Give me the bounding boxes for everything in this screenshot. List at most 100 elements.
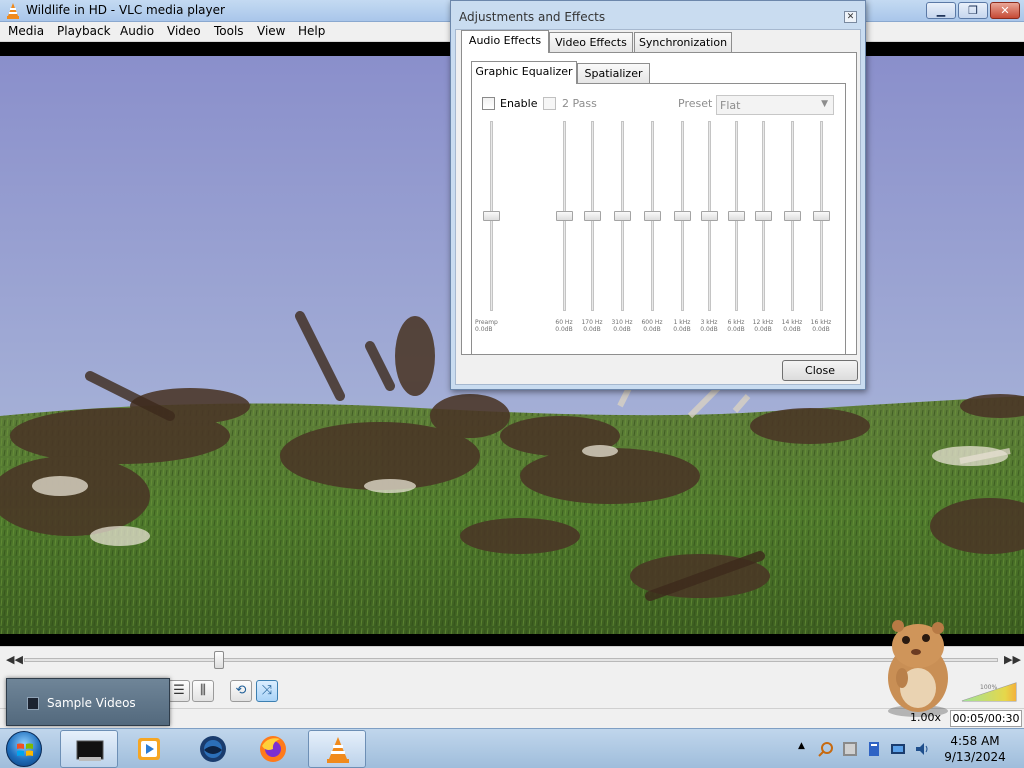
band-slider-thumb[interactable] [728,211,745,221]
minimize-button[interactable]: ▁ [926,2,956,19]
system-clock[interactable]: 4:58 AM 9/13/2024 [935,733,1015,765]
band-label: 310 Hz 0.0dB [605,319,639,333]
maximize-button[interactable]: ❐ [958,2,988,19]
volume-slider[interactable]: 100% [960,681,1018,703]
band-name: 600 Hz [641,319,663,326]
band-slider-thumb[interactable] [813,211,830,221]
band-value: 0.0dB [583,326,601,333]
close-icon: ✕ [1000,4,1010,17]
tab-audio-effects[interactable]: Audio Effects [461,30,549,53]
band-slider-thumb[interactable] [644,211,661,221]
seek-bar[interactable] [24,658,998,662]
notes-tray-icon[interactable] [866,741,882,757]
elapsed-time[interactable]: 00:05/00:30 [950,710,1022,727]
windows-logo-icon [17,743,33,756]
vlc-cone-icon [7,3,19,19]
preamp-label: Preamp 0.0dB [475,319,509,333]
preamp-value: 0.0dB [475,326,493,333]
band-label: 170 Hz 0.0dB [575,319,609,333]
two-pass-label: 2 Pass [562,97,597,110]
close-icon: ✕ [846,12,855,22]
band-slider-thumb[interactable] [701,211,718,221]
band-value: 0.0dB [643,326,661,333]
volume-label: 100% [980,684,997,691]
preset-label: Preset [678,97,713,110]
menu-view[interactable]: View [257,24,285,38]
volume-tray-icon[interactable] [914,741,930,757]
tab-synchronization[interactable]: Synchronization [634,32,732,53]
close-window-button[interactable]: ✕ [990,2,1020,19]
menu-tools[interactable]: Tools [214,24,244,38]
band-slider-thumb[interactable] [755,211,772,221]
playlist-icon: ☰ [173,683,185,698]
clock-time: 4:58 AM [950,734,1000,748]
preset-select[interactable]: Flat ▼ [716,95,834,115]
seek-forward-icon[interactable]: ▶▶ [1004,653,1021,666]
adjustments-dialog: Adjustments and Effects ✕ Audio Effects … [450,0,866,390]
shuffle-icon: ⤨ [261,683,273,698]
hamster-sticker-image [888,620,948,717]
preamp-name: Preamp [475,319,498,326]
seek-handle[interactable] [213,651,224,669]
band-slider-thumb[interactable] [674,211,691,221]
band-slider-thumb[interactable] [614,211,631,221]
equalizer-panel: Enable 2 Pass Preset Flat ▼ Preamp 0.0dB… [471,83,846,355]
firefox-icon [260,736,286,762]
playlist-button[interactable]: ☰ [168,680,190,702]
window-thumbnail-icon [27,697,39,710]
dialog-client-area: Audio Effects Video Effects Synchronizat… [455,29,861,385]
menu-audio[interactable]: Audio [120,24,154,38]
preamp-slider-thumb[interactable] [483,211,500,221]
extended-settings-button[interactable]: ⫼ [192,680,214,702]
enable-checkbox[interactable] [482,97,495,110]
subtab-spatializer[interactable]: Spatializer [577,63,650,84]
band-label: 16 kHz 0.0dB [804,319,838,333]
menu-playback[interactable]: Playback [57,24,111,38]
close-button[interactable]: Close [782,360,858,381]
band-name: 170 Hz [581,319,603,326]
enable-label: Enable [500,97,538,110]
media-player-icon [138,738,160,760]
window-title: Wildlife in HD - VLC media player [26,3,225,17]
taskbar-firefox[interactable] [244,730,302,768]
shuffle-button[interactable]: ⤨ [256,680,278,702]
restore-icon: ❐ [968,4,978,17]
tab-video-effects[interactable]: Video Effects [549,32,633,53]
band-name: 310 Hz [611,319,633,326]
seek-back-icon[interactable]: ◀◀ [6,653,23,666]
equalizer-icon: ⫼ [200,683,206,698]
loop-button[interactable]: ⟲ [230,680,252,702]
band-value: 0.0dB [613,326,631,333]
taskbar: ▲ 4:58 AM 9/13/2024 [0,728,1024,768]
vlc-cone-icon [327,737,349,763]
search-tray-icon[interactable] [818,741,834,757]
minimize-icon: ▁ [936,4,946,17]
band-slider-thumb[interactable] [784,211,801,221]
thumbnail-label: Sample Videos [47,696,136,710]
audio-effects-panel: Graphic Equalizer Spatializer Enable 2 P… [461,52,857,355]
band-label: 600 Hz 0.0dB [635,319,669,333]
taskbar-thunderbird[interactable] [184,730,242,768]
taskbar-media-player[interactable] [120,730,178,768]
band-name: 16 kHz [810,319,832,326]
start-button[interactable] [6,731,42,767]
preset-value: Flat [720,99,741,112]
taskbar-thumbnail-popup[interactable]: Sample Videos [6,678,170,726]
dialog-title: Adjustments and Effects [459,10,606,24]
menu-media[interactable]: Media [8,24,44,38]
menu-help[interactable]: Help [298,24,325,38]
folder-window-icon [76,740,104,761]
globe-app-icon [200,736,226,762]
band-value: 0.0dB [812,326,830,333]
menu-video[interactable]: Video [167,24,201,38]
show-hidden-icons[interactable]: ▲ [798,741,805,751]
display-tray-icon[interactable] [890,741,906,757]
band-slider-thumb[interactable] [556,211,573,221]
subtab-graphic-equalizer[interactable]: Graphic Equalizer [471,61,577,84]
dialog-close-button[interactable]: ✕ [844,11,857,23]
taskbar-explorer[interactable] [60,730,118,768]
network-tray-icon[interactable] [842,741,858,757]
taskbar-vlc[interactable] [308,730,366,768]
band-slider-thumb[interactable] [584,211,601,221]
two-pass-checkbox[interactable] [543,97,556,110]
